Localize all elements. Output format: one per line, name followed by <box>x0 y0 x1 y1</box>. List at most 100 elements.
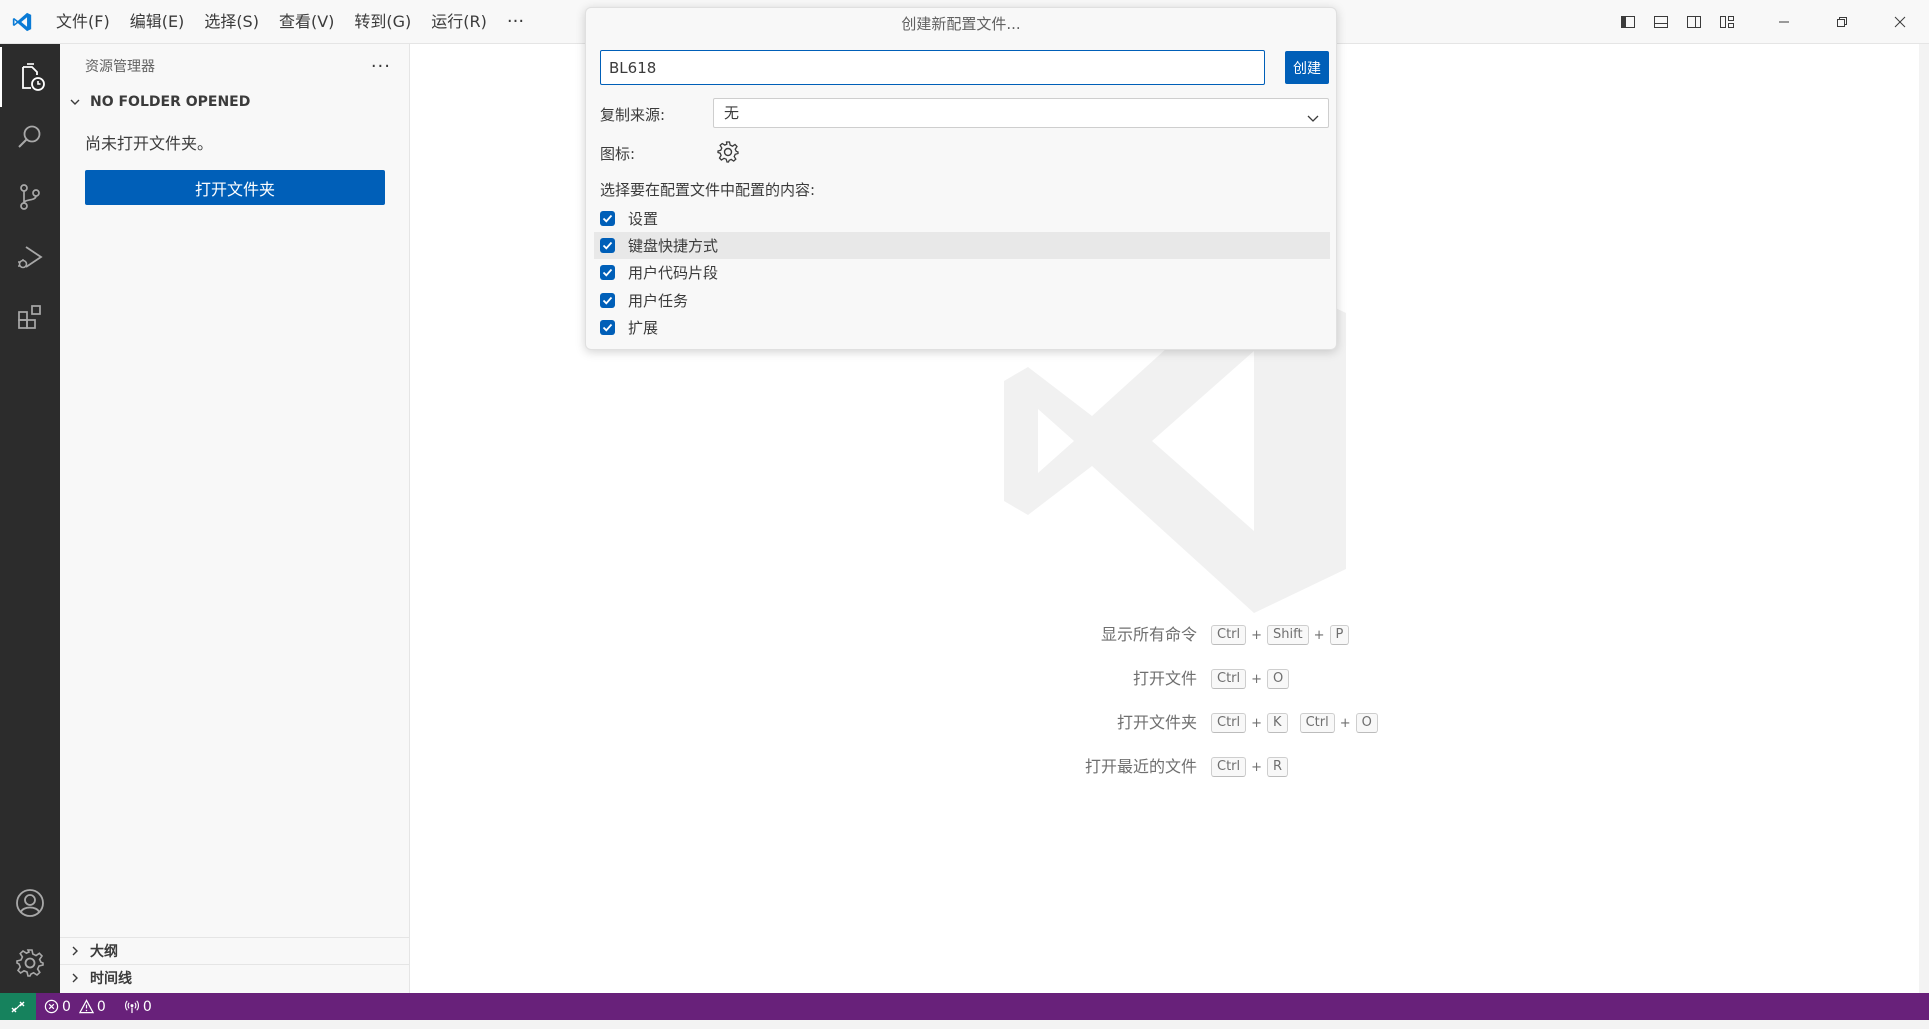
menu-selection[interactable]: 选择(S) <box>194 0 269 44</box>
checkbox-checked-icon[interactable] <box>600 293 615 308</box>
shortcut-open-recent: 打开最近的文件 Ctrl + R <box>840 754 1640 780</box>
menu-file[interactable]: 文件(F) <box>46 0 120 44</box>
menu-run[interactable]: 运行(R) <box>421 0 497 44</box>
key-plus: + <box>1313 627 1325 643</box>
no-folder-section-header[interactable]: NO FOLDER OPENED <box>60 88 409 116</box>
checkbox-checked-icon[interactable] <box>600 211 615 226</box>
key-o: O <box>1267 669 1290 689</box>
checkbox-checked-icon[interactable] <box>600 238 615 253</box>
copy-from-label: 复制来源: <box>600 106 666 124</box>
problems-status[interactable]: 0 0 <box>44 999 106 1015</box>
checkbox-checked-icon[interactable] <box>600 320 615 335</box>
menu-more-button[interactable]: ··· <box>497 11 534 32</box>
key-p: P <box>1329 625 1350 645</box>
error-count: 0 <box>62 998 71 1015</box>
chevron-right-icon <box>66 969 84 987</box>
accounts-icon[interactable] <box>0 873 60 933</box>
menu-edit[interactable]: 编辑(E) <box>120 0 195 44</box>
shortcut-open-file: 打开文件 Ctrl + O <box>840 666 1640 692</box>
menu-go[interactable]: 转到(G) <box>344 0 421 44</box>
shortcut-keys: Ctrl + R <box>1211 757 1289 777</box>
outline-section-label: 大纲 <box>90 944 118 960</box>
create-profile-dialog: 创建新配置文件... 创建 复制来源: 无 图标: 选择要在配置文件中配置的内容… <box>585 7 1337 350</box>
key-ctrl: Ctrl <box>1211 625 1247 645</box>
outline-section-header[interactable]: 大纲 <box>60 937 410 964</box>
window-controls <box>1611 0 1929 44</box>
option-snippets[interactable]: 用户代码片段 <box>594 259 1330 286</box>
warning-icon <box>78 999 94 1014</box>
no-folder-message: 尚未打开文件夹。 <box>85 134 214 153</box>
source-control-icon[interactable] <box>0 167 60 227</box>
chevron-down-icon <box>66 93 84 111</box>
ports-status[interactable]: 0 <box>124 999 152 1015</box>
key-plus: + <box>1251 715 1263 731</box>
run-debug-icon[interactable] <box>0 227 60 287</box>
customize-layout-icon[interactable] <box>1710 0 1743 44</box>
option-label: 设置 <box>628 210 659 228</box>
key-plus: + <box>1339 715 1351 731</box>
open-folder-button[interactable]: 打开文件夹 <box>85 170 385 205</box>
option-tasks[interactable]: 用户任务 <box>594 287 1330 314</box>
warning-count: 0 <box>96 998 106 1015</box>
shortcut-keys: Ctrl + O <box>1211 669 1290 689</box>
option-label: 键盘快捷方式 <box>628 237 719 255</box>
no-folder-section-label: NO FOLDER OPENED <box>90 94 251 110</box>
option-extensions[interactable]: 扩展 <box>594 314 1330 341</box>
broadcast-icon <box>124 1000 139 1014</box>
contents-label: 选择要在配置文件中配置的内容: <box>600 181 816 199</box>
restore-icon[interactable] <box>1813 0 1871 44</box>
shortcut-keys: Ctrl + Shift + P <box>1211 625 1350 645</box>
shortcut-show-all-commands: 显示所有命令 Ctrl + Shift + P <box>840 622 1640 648</box>
option-settings[interactable]: 设置 <box>594 205 1330 232</box>
shortcut-label: 显示所有命令 <box>1100 625 1197 644</box>
key-ctrl: Ctrl <box>1299 713 1335 733</box>
status-bar: 0 0 0 <box>0 993 1929 1020</box>
dialog-title: 创建新配置文件... <box>901 15 1021 33</box>
option-keybindings[interactable]: 键盘快捷方式 <box>594 232 1330 259</box>
shortcut-keys: Ctrl + K Ctrl + O <box>1211 713 1378 733</box>
sidebar-more-button[interactable]: ··· <box>371 56 391 77</box>
search-icon[interactable] <box>0 107 60 167</box>
shortcut-label: 打开文件 <box>1132 669 1197 688</box>
shortcut-label: 打开文件夹 <box>1116 713 1197 732</box>
bottom-edge <box>0 1020 1929 1029</box>
profile-name-input[interactable] <box>600 50 1265 85</box>
toggle-panel-icon[interactable] <box>1644 0 1677 44</box>
create-button[interactable]: 创建 <box>1285 51 1329 84</box>
sidebar-header: 资源管理器 ··· <box>60 44 409 88</box>
profile-icon-gear-icon[interactable] <box>715 139 741 165</box>
menu-view[interactable]: 查看(V) <box>269 0 344 44</box>
key-plus: + <box>1251 759 1263 775</box>
key-ctrl: Ctrl <box>1211 757 1247 777</box>
minimize-icon[interactable] <box>1755 0 1813 44</box>
sidebar-title: 资源管理器 <box>85 59 155 75</box>
copy-from-value: 无 <box>724 104 740 122</box>
toggle-primary-sidebar-icon[interactable] <box>1611 0 1644 44</box>
toggle-secondary-sidebar-icon[interactable] <box>1677 0 1710 44</box>
ports-count: 0 <box>142 998 152 1015</box>
editor-scrollbar[interactable] <box>1919 44 1929 993</box>
menu-bar: 文件(F) 编辑(E) 选择(S) 查看(V) 转到(G) 运行(R) ··· <box>46 0 534 44</box>
key-o: O <box>1355 713 1378 733</box>
option-label: 用户任务 <box>628 292 689 310</box>
close-window-icon[interactable] <box>1871 0 1929 44</box>
option-label: 扩展 <box>628 319 659 337</box>
timeline-section-label: 时间线 <box>90 971 132 987</box>
chevron-right-icon <box>66 942 84 960</box>
extensions-icon[interactable] <box>0 287 60 347</box>
shortcut-open-folder: 打开文件夹 Ctrl + K Ctrl + O <box>840 710 1640 736</box>
key-shift: Shift <box>1267 625 1309 645</box>
key-ctrl: Ctrl <box>1211 669 1247 689</box>
activity-bar <box>0 44 60 993</box>
copy-from-select[interactable]: 无 <box>713 98 1329 128</box>
explorer-sidebar: 资源管理器 ··· NO FOLDER OPENED 尚未打开文件夹。 打开文件… <box>60 44 410 993</box>
explorer-icon[interactable] <box>0 47 60 107</box>
checkbox-checked-icon[interactable] <box>600 265 615 280</box>
manage-gear-icon[interactable] <box>0 933 60 993</box>
key-plus: + <box>1251 627 1263 643</box>
option-label: 用户代码片段 <box>628 264 719 282</box>
key-k: K <box>1267 713 1288 733</box>
remote-indicator-icon[interactable] <box>0 993 36 1020</box>
timeline-section-header[interactable]: 时间线 <box>60 964 410 991</box>
shortcut-label: 打开最近的文件 <box>1084 757 1197 776</box>
